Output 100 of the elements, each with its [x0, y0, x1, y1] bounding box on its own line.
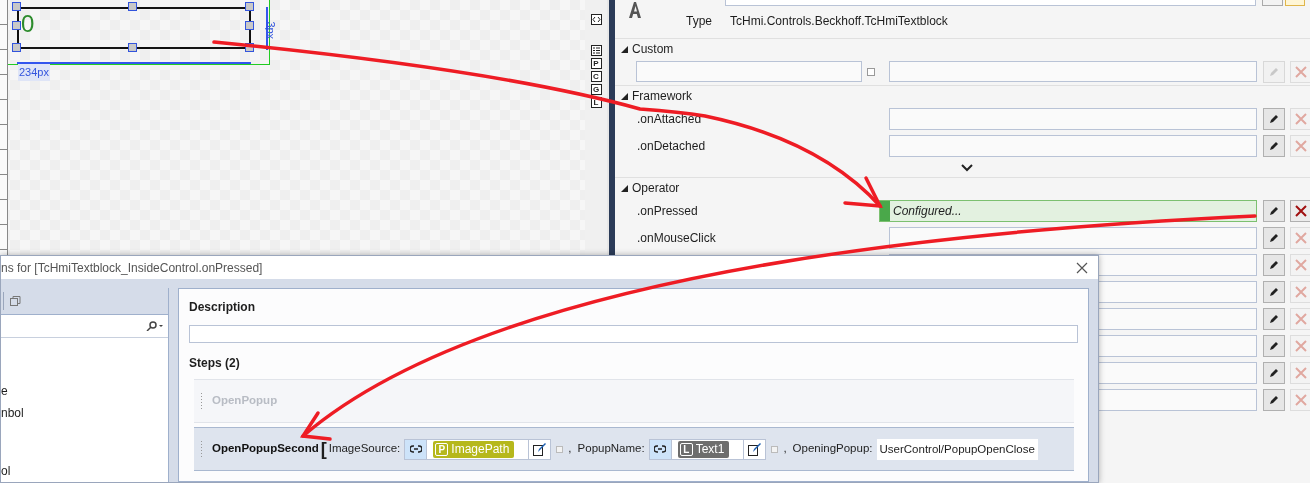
property-label: .onMouseClick	[637, 230, 716, 245]
pencil-icon	[1268, 204, 1280, 217]
name-field[interactable]	[725, 0, 1256, 6]
steps-label: Steps (2)	[189, 355, 241, 372]
toolbar-letter-button[interactable]: L	[590, 97, 602, 108]
description-field[interactable]	[189, 325, 1078, 343]
height-label: 3px	[264, 21, 279, 40]
link-icon[interactable]	[405, 439, 428, 459]
resize-handle[interactable]	[245, 43, 254, 52]
resize-handle[interactable]	[12, 2, 21, 11]
pencil-icon	[1268, 339, 1280, 352]
resize-handle[interactable]	[12, 21, 21, 30]
close-icon	[1293, 365, 1308, 380]
pencil-icon	[1268, 312, 1280, 325]
collapse-icon[interactable]	[621, 92, 628, 100]
text-control-icon	[628, 1, 642, 19]
search-field[interactable]	[1, 315, 168, 338]
event-field[interactable]	[889, 226, 1257, 249]
type-label: Type	[686, 13, 712, 30]
pencil-icon	[1268, 393, 1280, 406]
list-icon[interactable]	[590, 45, 602, 56]
edit-button[interactable]	[1263, 280, 1285, 303]
delete-button[interactable]	[1290, 199, 1310, 222]
close-icon	[1293, 230, 1308, 245]
section-header[interactable]: Operator	[632, 179, 680, 197]
pencil-icon	[1268, 258, 1280, 271]
close-icon	[1293, 203, 1308, 218]
edit-button[interactable]	[1263, 307, 1285, 330]
toolbar-letter-button[interactable]: P	[590, 58, 602, 69]
checkbox[interactable]	[867, 67, 875, 76]
separator-comma: ,	[568, 441, 572, 457]
property-label: .onPressed	[637, 203, 698, 218]
checkbox[interactable]	[556, 445, 564, 453]
resize-handle[interactable]	[128, 2, 137, 11]
chevron-icon[interactable]	[961, 164, 973, 172]
checkbox[interactable]	[771, 445, 779, 453]
width-label: 234px	[18, 64, 50, 81]
edit-button[interactable]	[1263, 107, 1285, 130]
symbol-name: Text1	[695, 441, 725, 458]
toolbar-letter-button[interactable]: G	[590, 84, 602, 95]
edit-button[interactable]	[1263, 388, 1285, 411]
search-icon[interactable]	[146, 321, 164, 331]
pencil-icon	[1268, 65, 1280, 78]
edit-button[interactable]	[1263, 134, 1285, 157]
pencil-icon	[1268, 231, 1280, 244]
list-item[interactable]: e	[1, 380, 168, 402]
symbol-kind-badge: L	[679, 442, 693, 456]
toolbar-letter-button[interactable]: C	[590, 71, 602, 82]
binding-field[interactable]: L Text1	[648, 438, 767, 460]
resize-handle[interactable]	[245, 21, 254, 30]
resize-handle[interactable]	[12, 43, 21, 52]
resize-handle[interactable]	[128, 43, 137, 52]
close-icon[interactable]	[1076, 261, 1088, 274]
close-icon	[1293, 64, 1308, 79]
close-icon	[1293, 284, 1308, 299]
close-icon	[1293, 111, 1308, 126]
separator-comma: ,	[783, 441, 787, 457]
symbol-kind-badge: P	[435, 442, 449, 456]
close-icon	[1293, 257, 1308, 272]
event-field[interactable]	[889, 134, 1257, 157]
close-icon	[1293, 138, 1308, 153]
list-item[interactable]: nbol	[1, 402, 168, 424]
type-value: TcHmi.Controls.Beckhoff.TcHmiTextblock	[730, 13, 948, 30]
value-field[interactable]	[889, 61, 1257, 82]
close-icon	[1293, 338, 1308, 353]
step-name: OpenPopupSecond	[212, 441, 319, 457]
link-icon[interactable]	[649, 439, 672, 459]
pencil-icon	[1268, 139, 1280, 152]
event-field[interactable]: Configured...	[879, 199, 1257, 222]
grip-handle	[200, 392, 203, 410]
close-icon	[1293, 392, 1308, 407]
toolbar-button[interactable]	[1262, 0, 1283, 6]
property-label: .onAttached	[637, 111, 702, 126]
toolbar-separator	[3, 292, 4, 310]
copy-icon[interactable]	[10, 295, 22, 307]
event-field[interactable]	[889, 107, 1257, 130]
configured-text: Configured...	[893, 202, 962, 220]
name-field[interactable]	[636, 61, 862, 82]
pencil-icon	[1268, 112, 1280, 125]
parameter-value[interactable]: UserControl/PopupOpenClose	[876, 438, 1038, 460]
edit-button[interactable]	[1263, 199, 1285, 222]
parameter-label: PopupName:	[577, 441, 645, 457]
grip-handle	[200, 440, 203, 458]
edit-button[interactable]	[1263, 253, 1285, 276]
edit-button[interactable]	[1263, 334, 1285, 357]
list-item[interactable]: ol	[1, 460, 168, 482]
section-header[interactable]: Framework	[632, 87, 692, 105]
collapse-icon[interactable]	[621, 184, 628, 192]
resize-handle[interactable]	[245, 2, 254, 11]
dialog-title: ns for [TcHmiTextblock_InsideControl.onPressed]	[1, 259, 263, 277]
collapse-icon[interactable]	[621, 45, 628, 53]
grip-handle	[880, 200, 890, 221]
code-icon[interactable]	[590, 14, 602, 25]
edit-button[interactable]	[1263, 361, 1285, 384]
step-name: OpenPopup	[212, 393, 278, 409]
edit-button[interactable]	[1263, 226, 1285, 249]
section-header[interactable]: Custom	[632, 40, 674, 58]
control-text: 0	[20, 9, 35, 39]
bracket: [	[320, 440, 327, 458]
symbol-name: ImagePath	[451, 441, 510, 458]
